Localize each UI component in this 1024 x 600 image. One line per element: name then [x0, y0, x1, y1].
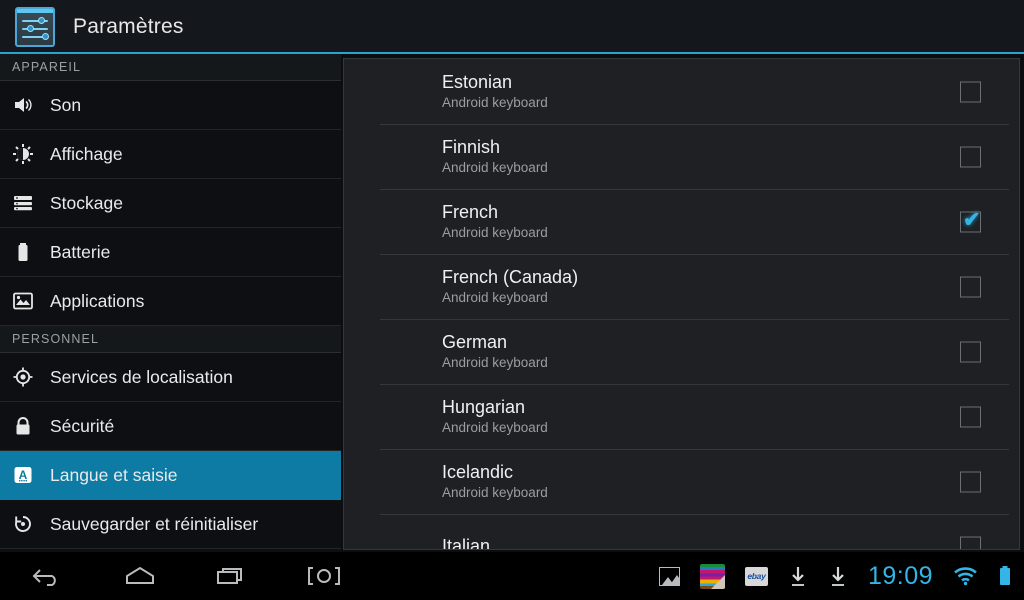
list-item-checkbox[interactable]	[960, 276, 981, 297]
nav-button-group	[28, 561, 344, 591]
android-settings-screen: Paramètres APPAREIL Son Affichage Stocka…	[0, 0, 1024, 600]
list-item[interactable]: Estonian Android keyboard	[344, 59, 1019, 124]
list-item-title: French (Canada)	[442, 267, 579, 287]
battery-icon	[12, 241, 34, 263]
sidebar-group-header-personal: PERSONNEL	[0, 326, 341, 352]
system-navigation-bar: ebay 19:09	[0, 552, 1024, 600]
lock-icon	[12, 415, 34, 437]
gallery-picture-icon[interactable]	[658, 566, 680, 586]
sidebar-item-sauvegarder-et-reinitialiser[interactable]: Sauvegarder et réinitialiser	[0, 500, 341, 549]
svg-text:A: A	[19, 468, 28, 482]
storage-icon	[12, 192, 34, 214]
page-title: Paramètres	[73, 15, 184, 38]
sidebar-item-services-de-localisation[interactable]: Services de localisation	[0, 353, 341, 402]
backup-restore-icon	[12, 513, 34, 535]
app-header: Paramètres	[0, 0, 1024, 54]
screenshot-icon[interactable]	[304, 561, 344, 591]
sidebar-item-stockage[interactable]: Stockage	[0, 179, 341, 228]
status-icon-group[interactable]: ebay 19:09	[658, 562, 1012, 591]
sidebar-group-header-device: APPAREIL	[0, 54, 341, 80]
list-item[interactable]: German Android keyboard	[344, 319, 1019, 384]
sidebar-item-label: Sauvegarder et réinitialiser	[50, 513, 259, 534]
list-item-checkbox[interactable]	[960, 81, 981, 102]
download-icon[interactable]	[788, 565, 808, 587]
list-item-subtitle: Android keyboard	[442, 420, 548, 435]
apps-image-icon	[12, 290, 34, 312]
home-icon[interactable]	[120, 561, 160, 591]
sidebar-item-label: Sécurité	[50, 415, 115, 436]
sidebar-item-langue-et-saisie[interactable]: A Langue et saisie	[0, 451, 341, 500]
list-item-checkbox[interactable]	[960, 406, 981, 427]
sidebar-item-label: Services de localisation	[50, 366, 233, 387]
list-item[interactable]: Finnish Android keyboard	[344, 124, 1019, 189]
list-item-checkbox[interactable]	[960, 536, 981, 549]
list-item-subtitle: Android keyboard	[442, 95, 548, 110]
list-item[interactable]: Icelandic Android keyboard	[344, 449, 1019, 514]
list-item-subtitle: Android keyboard	[442, 160, 548, 175]
sidebar-item-label: Affichage	[50, 143, 123, 164]
keyboard-subtype-list[interactable]: Estonian Android keyboard Finnish Androi…	[343, 58, 1020, 550]
sidebar-item-applications[interactable]: Applications	[0, 277, 341, 326]
recents-icon[interactable]	[212, 561, 252, 591]
volume-icon	[12, 94, 34, 116]
location-target-icon	[12, 366, 34, 388]
sidebar-item-batterie[interactable]: Batterie	[0, 228, 341, 277]
list-item-title: Finnish	[442, 137, 501, 157]
list-item-title: French	[442, 202, 499, 222]
list-item[interactable]: French Android keyboard ✔	[344, 189, 1019, 254]
list-item-title: Icelandic	[442, 462, 514, 482]
sidebar-item-securite[interactable]: Sécurité	[0, 402, 341, 451]
sidebar-item-label: Son	[50, 94, 82, 115]
sidebar-item-label: Applications	[50, 290, 145, 311]
ebay-icon[interactable]: ebay	[744, 566, 768, 586]
list-item-subtitle: Android keyboard	[442, 290, 548, 305]
sidebar-item-affichage[interactable]: Affichage	[0, 130, 341, 179]
list-item-title: Hungarian	[442, 397, 526, 417]
settings-sliders-icon	[15, 7, 55, 47]
list-item-checkbox[interactable]	[960, 471, 981, 492]
sidebar-item-son[interactable]: Son	[0, 81, 341, 130]
list-item-subtitle: Android keyboard	[442, 485, 548, 500]
language-a-icon: A	[12, 464, 34, 486]
list-item-checkbox[interactable]: ✔	[960, 208, 981, 232]
sidebar-item-label: Stockage	[50, 192, 123, 213]
play-books-icon[interactable]	[699, 563, 725, 589]
battery-full-icon[interactable]	[998, 565, 1012, 587]
sidebar-item-label: Langue et saisie	[50, 464, 178, 485]
wifi-icon[interactable]	[953, 566, 978, 586]
brightness-icon	[12, 143, 34, 165]
list-item-subtitle: Android keyboard	[442, 355, 548, 370]
list-item[interactable]: Hungarian Android keyboard	[344, 384, 1019, 449]
list-item[interactable]: French (Canada) Android keyboard	[344, 254, 1019, 319]
settings-sidebar[interactable]: APPAREIL Son Affichage Stockage Batterie	[0, 54, 341, 552]
back-icon[interactable]	[28, 561, 68, 591]
check-icon: ✔	[963, 208, 981, 231]
list-item-checkbox[interactable]	[960, 146, 981, 167]
sidebar-item-label: Batterie	[50, 241, 111, 262]
list-item-title: German	[442, 332, 508, 352]
status-clock[interactable]: 19:09	[868, 562, 933, 591]
list-item[interactable]: Italian	[344, 514, 1019, 550]
list-item-checkbox[interactable]	[960, 341, 981, 362]
download-icon[interactable]	[828, 565, 848, 587]
list-item-subtitle: Android keyboard	[442, 225, 548, 240]
list-item-title: Estonian	[442, 72, 513, 92]
list-item-title: Italian	[442, 536, 491, 550]
